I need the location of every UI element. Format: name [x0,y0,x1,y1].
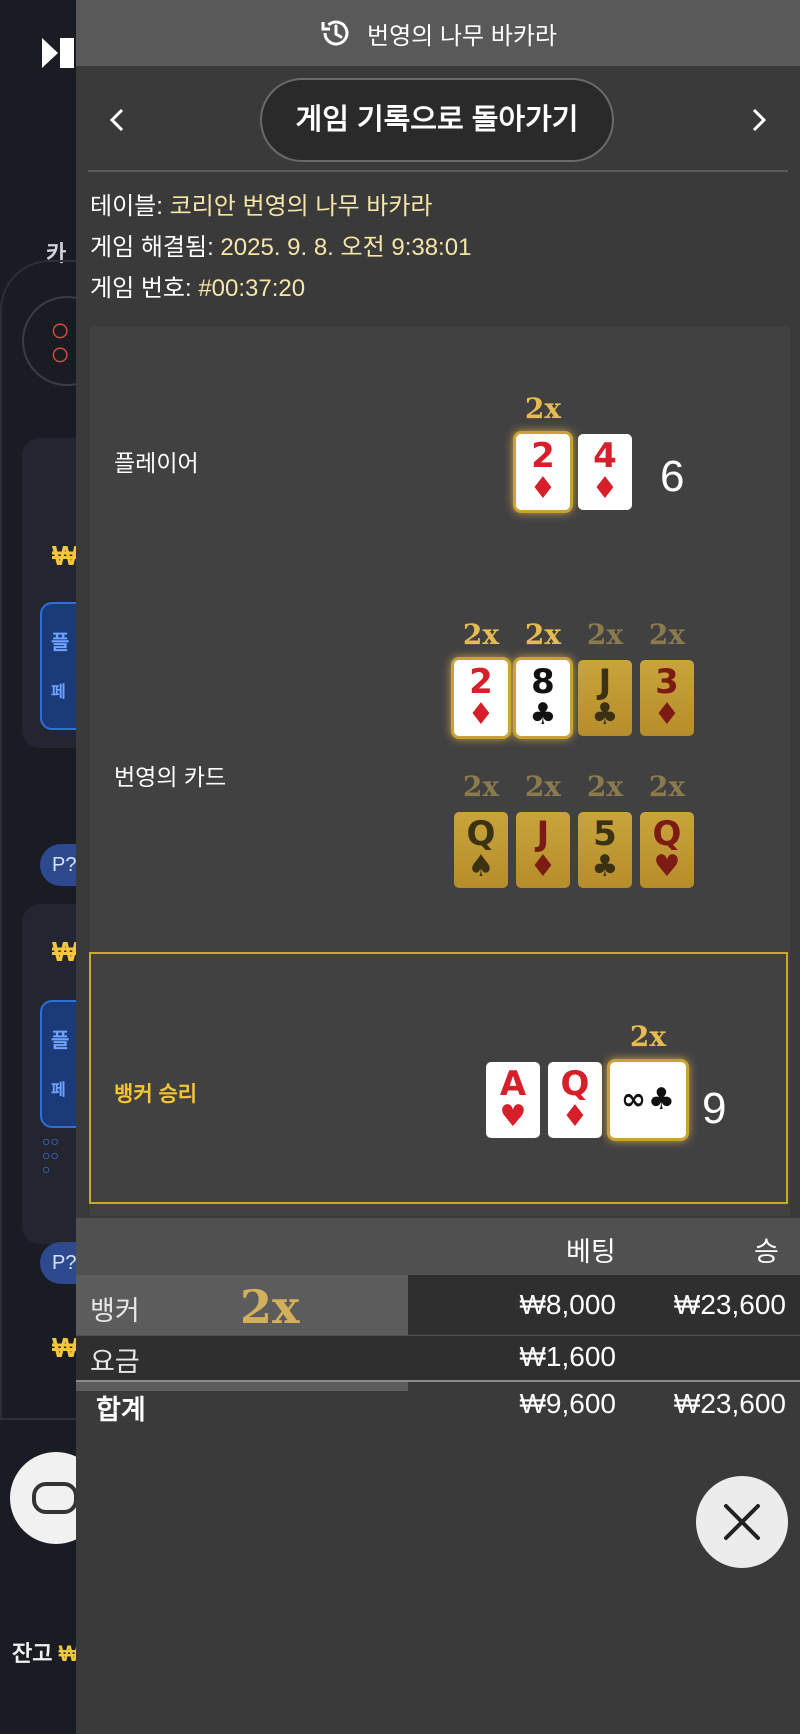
winning-hand-highlight [89,952,788,1204]
card-suit: ♥ [653,849,681,884]
card-suit: ♦ [529,849,557,884]
bet-multiplier: 2x [240,1280,300,1334]
divider [76,1380,800,1382]
multiplier-badge: 2x [462,770,500,803]
card-suit: ♠ [467,849,495,884]
navigation-row: 게임 기록으로 돌아가기 [76,66,800,172]
fee-amount: ₩1,600 [519,1341,617,1372]
table-info-label: 테이블: [90,193,163,220]
card-rank: 5 [593,814,617,854]
playing-card: Q ♥ [640,812,694,888]
chevron-right-icon[interactable] [738,100,778,140]
bet-amount: ₩8,000 [519,1289,617,1320]
card-suit: ♦ [591,471,619,506]
table-info-value: 코리안 번영의 나무 바카라 [169,193,433,220]
balance-display: 잔고 ₩ [12,1641,80,1666]
total-win: ₩23,600 [673,1388,786,1419]
playing-card: 2 ♦ [454,660,508,736]
multiplier-badge: 2x [586,618,624,651]
background-road-dots: ○○ ○○ ○ [42,1133,59,1177]
multiplier-badge: 2x [586,770,624,803]
player-score: 6 [660,452,685,501]
card-suit: ♦ [529,471,557,506]
playing-card: 5 ♣ [578,812,632,888]
results-table: 베팅 승 뱅커 ₩8,000 ₩23,600 2x 요금 ₩1,600 합계 ₩… [76,1218,800,1425]
multiplier-badge: 2x [524,770,562,803]
playing-card: 8 ♣ [516,660,570,736]
win-amount: ₩23,600 [673,1289,786,1320]
background-currency: ₩ [52,1332,79,1363]
total-bet: ₩9,600 [519,1388,617,1419]
table-row: 요금 ₩1,600 [76,1335,800,1380]
card-rank: 2 [531,436,555,476]
playing-card: 4 ♦ [578,434,632,510]
win-column-header: 승 [754,1237,779,1267]
playing-card: 3 ♦ [640,660,694,736]
card-rank: 4 [593,436,617,476]
card-rank: Q [466,814,496,854]
app-root: 카 ○ ○ ₩ 플 페 P? ₩ 플 페 ○○ ○○ ○ P? ₩ 잔고 ₩ 번… [0,0,800,1734]
card-suit: ♣ [529,697,557,732]
card-rank: J [536,814,550,854]
close-button[interactable] [696,1476,788,1568]
results-header: 베팅 승 [76,1218,800,1275]
multiplier-badge: 2x [648,618,686,651]
playing-card: J ♣ [578,660,632,736]
playing-card: J ♦ [516,812,570,888]
panel-title-bar: 번영의 나무 바카라 [76,0,800,66]
card-suit: ♣ [591,697,619,732]
player-label: 플레이어 [114,450,199,476]
total-label: 합계 [96,1395,146,1425]
history-icon [321,20,349,46]
card-rank: 3 [655,662,679,702]
table-row: 뱅커 ₩8,000 ₩23,600 [76,1275,800,1391]
multiplier-badge: 2x [524,392,562,425]
resolved-time-value: 2025. 9. 8. 오전 9:38:01 [220,234,472,261]
game-number-label: 게임 번호: [90,275,192,302]
game-number-value: #00:37:20 [198,275,306,302]
background-player-bet-box: 플 페 [40,1000,80,1128]
background-currency: ₩ [52,540,79,571]
card-suit: ♦ [653,697,681,732]
playing-card: 2 ♦ [516,434,570,510]
card-rank: 8 [531,662,555,702]
background-currency: ₩ [52,936,79,967]
resolved-time-line: 게임 해결됨: 2025. 9. 8. 오전 9:38:01 [90,233,471,263]
fee-label: 요금 [90,1347,140,1377]
game-detail-panel: 번영의 나무 바카라 게임 기록으로 돌아가기 테이블: 코리안 번영의 나무 … [76,0,800,1734]
table-info-line: 테이블: 코리안 번영의 나무 바카라 [90,192,432,222]
playing-card: Q ♠ [454,812,508,888]
card-rank: Q [652,814,682,854]
card-suit: ♦ [467,697,495,732]
background-player-bet-box: 플 페 [40,602,80,730]
brand-logo-icon [42,38,74,68]
divider [88,170,788,172]
multiplier-badge: 2x [524,618,562,651]
multiplier-badge: 2x [648,770,686,803]
bet-column-header: 베팅 [566,1237,616,1267]
chevron-left-icon[interactable] [98,100,138,140]
resolved-time-label: 게임 해결됨: [90,234,214,261]
back-to-history-button[interactable]: 게임 기록으로 돌아가기 [260,78,614,162]
game-number-line: 게임 번호: #00:37:20 [90,274,305,304]
card-suit: ♣ [591,849,619,884]
bet-type-label: 뱅커 [90,1296,140,1326]
close-icon [724,1504,760,1540]
multiplier-badge: 2x [462,618,500,651]
card-rank: J [598,662,612,702]
prosperity-cards-label: 번영의 카드 [114,764,227,790]
panel-title: 번영의 나무 바카라 [367,22,557,50]
card-rank: 2 [469,662,493,702]
